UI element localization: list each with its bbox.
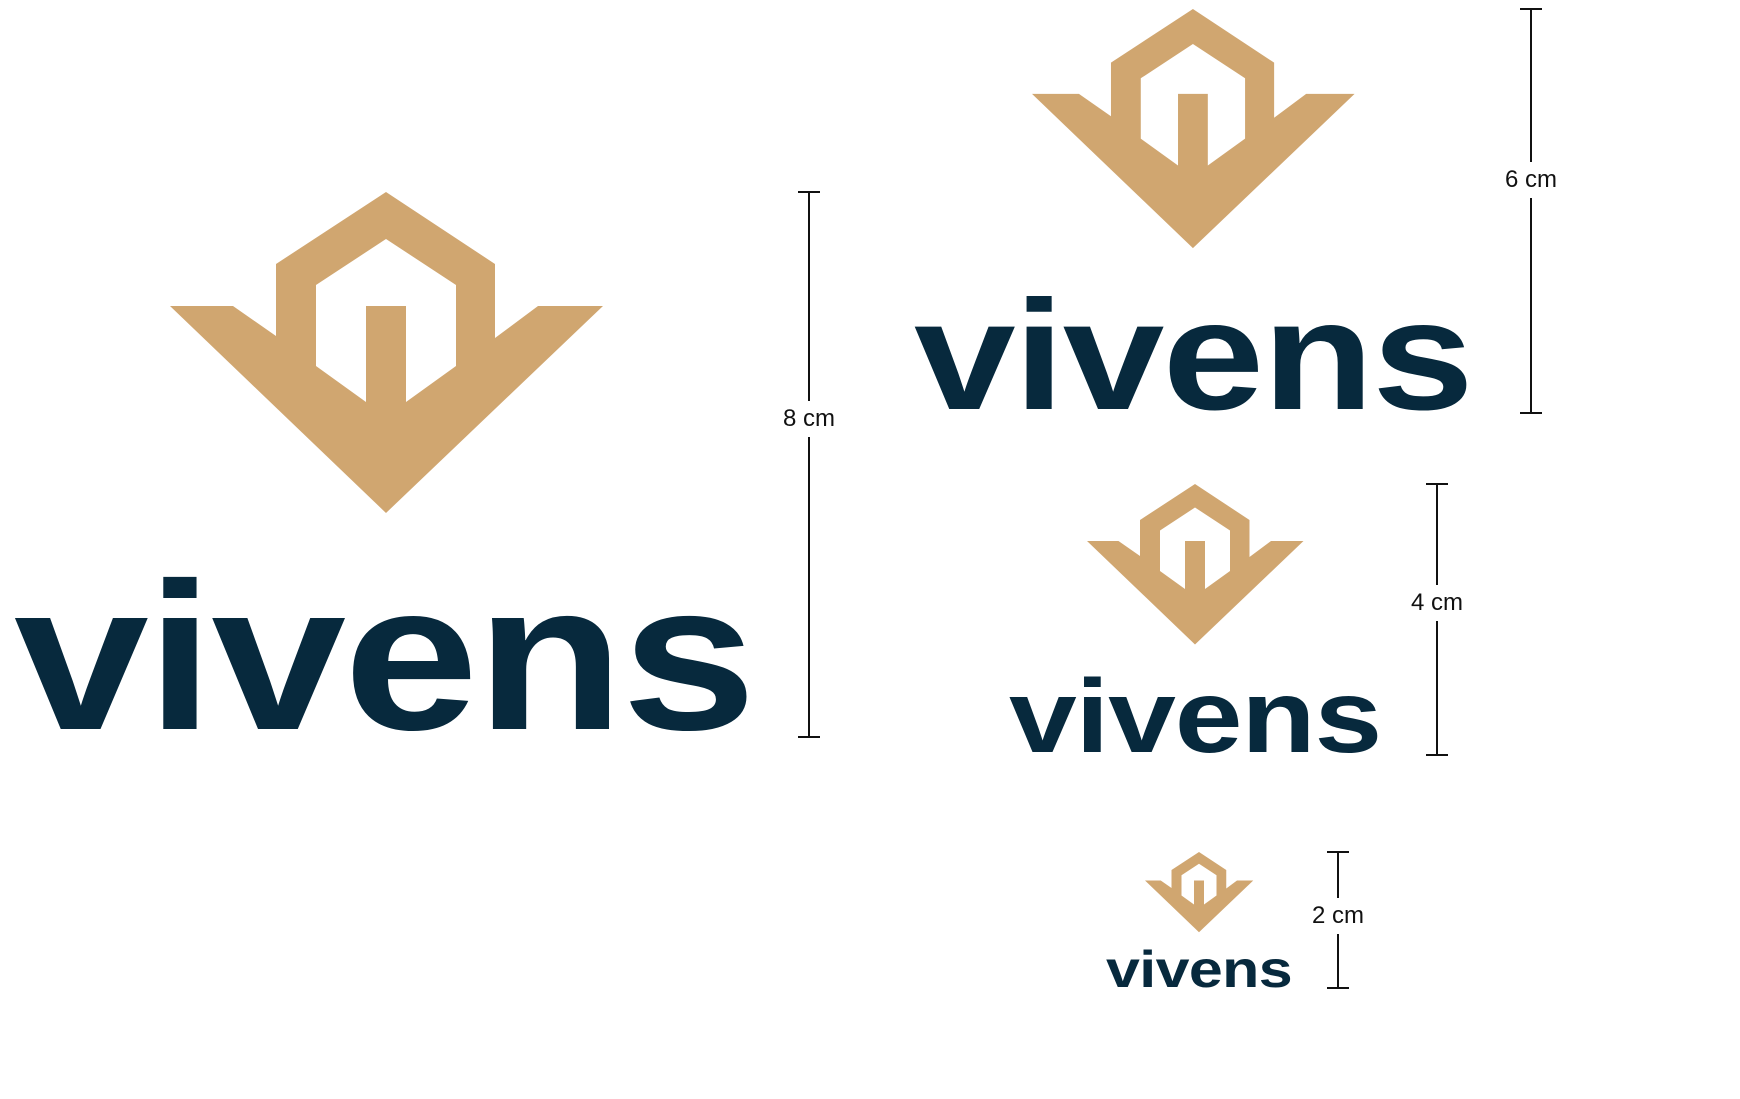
emblem-icon bbox=[1087, 484, 1304, 645]
dimension-line-6cm bbox=[1520, 8, 1542, 414]
wordmark: vivens bbox=[914, 269, 1472, 443]
wordmark: vivens bbox=[14, 539, 754, 774]
logo-8cm: vivens bbox=[12, 192, 757, 774]
dimension-line-8cm bbox=[798, 191, 820, 738]
emblem-icon bbox=[1145, 852, 1254, 933]
dimension-label-8cm: 8 cm bbox=[782, 401, 836, 437]
emblem-icon bbox=[170, 192, 603, 513]
dimension-label-2cm: 2 cm bbox=[1311, 898, 1365, 934]
emblem-icon bbox=[1032, 9, 1355, 249]
logo-2cm: vivens bbox=[1105, 852, 1293, 999]
dimension-label-6cm: 6 cm bbox=[1504, 162, 1558, 198]
logo-6cm: vivens bbox=[912, 9, 1475, 443]
wordmark: vivens bbox=[1106, 941, 1292, 999]
wordmark: vivens bbox=[1009, 659, 1381, 775]
logo-4cm: vivens bbox=[1007, 484, 1383, 775]
dimension-label-4cm: 4 cm bbox=[1410, 585, 1464, 621]
